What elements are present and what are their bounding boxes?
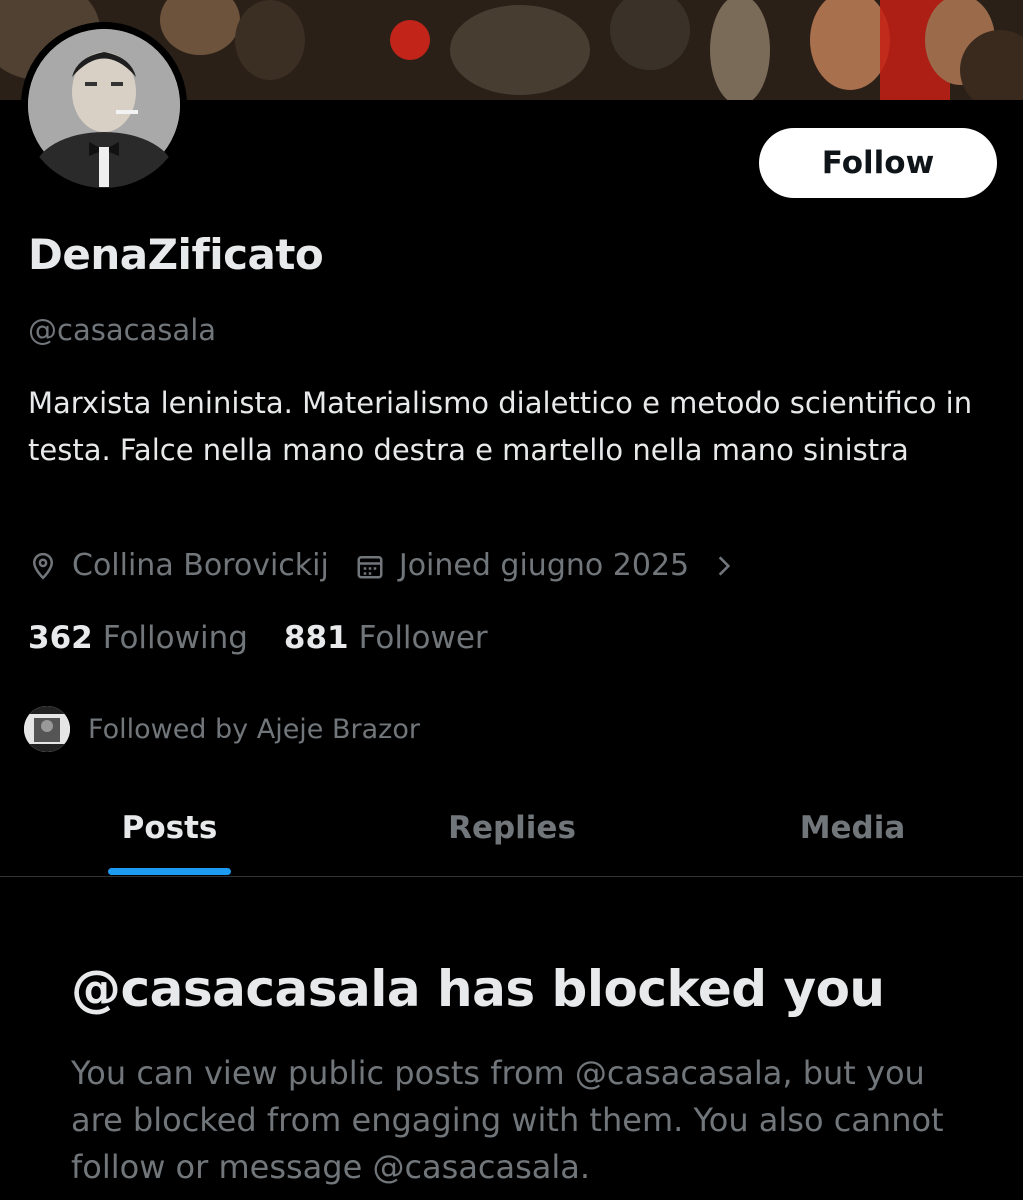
calendar-icon	[355, 551, 385, 581]
chevron-right-icon[interactable]	[711, 551, 737, 581]
following-count: 362	[28, 620, 93, 656]
follower-avatar	[24, 706, 70, 752]
active-tab-indicator	[108, 868, 231, 875]
location-pin-icon	[28, 551, 58, 581]
blocked-title: @casacasala has blocked you	[71, 960, 885, 1018]
profile-meta: Collina Borovickij Joined giugno 2025	[28, 548, 737, 583]
display-name: DenaZificato	[28, 230, 324, 279]
joined-item[interactable]: Joined giugno 2025	[355, 548, 689, 583]
profile-bio: Marxista leninista. Materialismo dialett…	[28, 386, 973, 467]
followers-count: 881	[283, 620, 349, 656]
profile-handle: @casacasala	[28, 313, 217, 347]
followers-label: Follower	[358, 620, 488, 656]
location-item: Collina Borovickij	[28, 548, 329, 583]
avatar-photo	[21, 22, 187, 188]
following-stat[interactable]: 362 Following	[28, 620, 248, 656]
profile-tabs: Posts Replies Media	[0, 780, 1023, 877]
followers-stat[interactable]: 881 Follower	[284, 620, 488, 656]
location-text: Collina Borovickij	[72, 548, 329, 583]
tab-replies[interactable]: Replies	[428, 780, 596, 876]
tab-media[interactable]: Media	[775, 780, 930, 876]
followed-by-row[interactable]: Followed by Ajeje Brazor	[24, 706, 420, 752]
followed-by-text: Followed by Ajeje Brazor	[88, 713, 420, 745]
following-label: Following	[102, 620, 248, 656]
tab-posts[interactable]: Posts	[108, 780, 231, 876]
follow-stats: 362 Following 881 Follower	[28, 620, 524, 656]
blocked-description: You can view public posts from @casacasa…	[71, 1054, 944, 1186]
joined-text: Joined giugno 2025	[398, 548, 690, 583]
follow-button[interactable]: Follow	[759, 128, 997, 198]
profile-avatar[interactable]	[21, 22, 187, 188]
